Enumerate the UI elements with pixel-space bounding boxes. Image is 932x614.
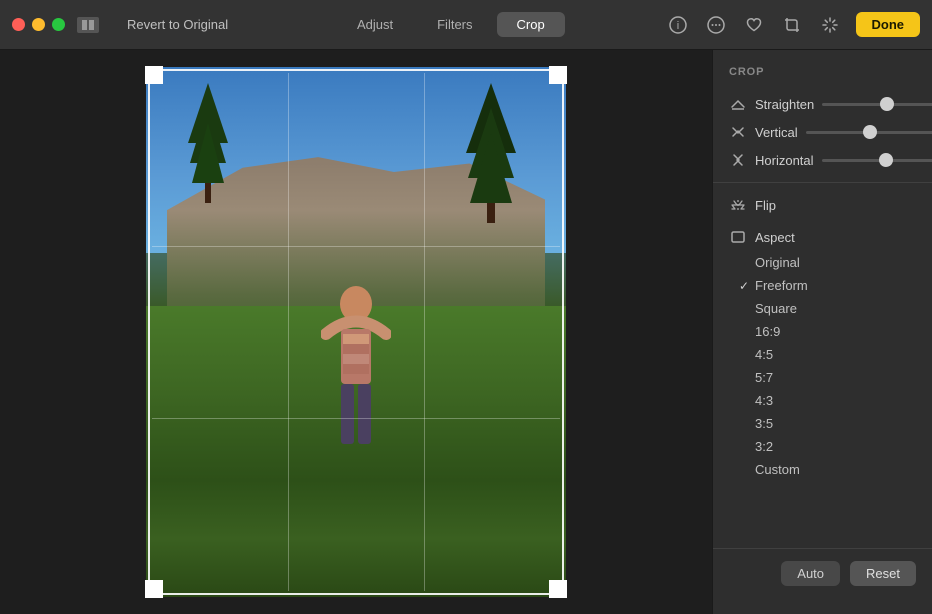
revert-button[interactable]: Revert to Original [119,13,236,36]
photo-background [146,67,566,597]
tab-group: Adjust Filters Crop [236,12,665,37]
right-panel: CROP Straighten 0° Vertical [712,50,932,614]
tree-left [188,83,228,203]
close-button[interactable] [12,18,25,31]
horizontal-slider[interactable] [822,159,932,162]
straighten-row: Straighten 0° [713,90,932,118]
traffic-lights [12,18,65,31]
aspect-item-16-9[interactable]: 16:9 [713,320,932,343]
photo-container [146,67,566,597]
titlebar-right: i Done [666,12,921,37]
flip-row[interactable]: Flip [713,191,932,219]
aspect-icon [729,228,747,246]
main-content: CROP Straighten 0° Vertical [0,50,932,614]
flip-icon [729,196,747,214]
svg-text:i: i [676,20,678,32]
minimize-button[interactable] [32,18,45,31]
straighten-slider[interactable] [822,103,932,106]
vertical-slider[interactable] [806,131,932,134]
divider-1 [713,182,932,183]
aspect-section: Aspect Original ✓ Freeform Square 16:9 4… [713,219,932,485]
aspect-item-freeform[interactable]: ✓ Freeform [713,274,932,297]
vertical-icon [729,123,747,141]
horizontal-label: Horizontal [755,153,814,168]
panel-title: CROP [713,66,932,90]
horizontal-row: Horizontal 0° [713,146,932,174]
tree-right [466,83,516,223]
window-controls [77,17,99,33]
titlebar: Revert to Original Adjust Filters Crop i [0,0,932,50]
info-icon[interactable]: i [666,13,690,37]
horizontal-icon [729,151,747,169]
reset-button[interactable]: Reset [850,561,916,586]
checkmark-freeform: ✓ [739,279,749,293]
view-toggle-1[interactable] [77,17,99,33]
sparkle-icon[interactable] [818,13,842,37]
aspect-title: Aspect [755,230,795,245]
crop-icon[interactable] [780,13,804,37]
aspect-item-4-5[interactable]: 4:5 [713,343,932,366]
aspect-item-custom[interactable]: Custom [713,458,932,481]
aspect-header: Aspect [713,223,932,251]
done-button[interactable]: Done [856,12,921,37]
straighten-icon [729,95,747,113]
aspect-item-4-3[interactable]: 4:3 [713,389,932,412]
aspect-item-5-7[interactable]: 5:7 [713,366,932,389]
aspect-item-3-2[interactable]: 3:2 [713,435,932,458]
vertical-row: Vertical 0° [713,118,932,146]
vertical-label: Vertical [755,125,798,140]
straighten-label: Straighten [755,97,814,112]
flip-label: Flip [755,198,776,213]
more-icon[interactable] [704,13,728,37]
favorite-icon[interactable] [742,13,766,37]
panel-footer: Auto Reset [713,548,932,598]
aspect-item-square[interactable]: Square [713,297,932,320]
maximize-button[interactable] [52,18,65,31]
tab-adjust[interactable]: Adjust [337,12,413,37]
person [321,279,391,449]
auto-button[interactable]: Auto [781,561,840,586]
tab-filters[interactable]: Filters [417,12,492,37]
photo-area [0,50,712,614]
tab-crop[interactable]: Crop [497,12,565,37]
aspect-item-original[interactable]: Original [713,251,932,274]
aspect-item-3-5[interactable]: 3:5 [713,412,932,435]
